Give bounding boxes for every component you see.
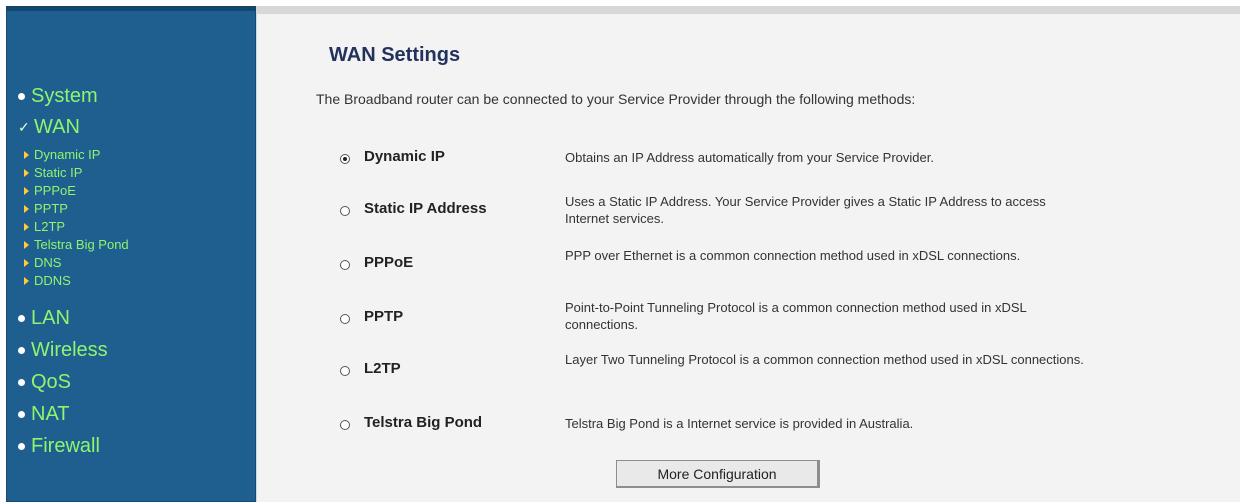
sidebar-subitem-telstra-big-pond[interactable]: Telstra Big Pond [24, 237, 129, 252]
sidebar-item-label: LAN [31, 307, 70, 329]
option-description-dynamic-ip: Obtains an IP Address automatically from… [565, 150, 934, 165]
round-bullet-icon [18, 410, 25, 418]
option-label-pppoe[interactable]: PPPoE [364, 254, 413, 271]
sidebar-item-wireless[interactable]: Wireless [18, 338, 108, 362]
sidebar-item-lan[interactable]: LAN [18, 306, 70, 330]
triangle-right-icon [24, 258, 29, 267]
page-title: WAN Settings [329, 44, 461, 66]
sidebar-subitem-dns[interactable]: DNS [24, 255, 61, 270]
sidebar-item-firewall[interactable]: Firewall [18, 434, 100, 458]
sidebar-subitem-static-ip[interactable]: Static IP [24, 165, 82, 180]
round-bullet-icon [18, 314, 25, 322]
round-bullet-icon [18, 442, 25, 450]
sidebar-subitem-ddns[interactable]: DDNS [24, 273, 71, 288]
sidebar-item-label: QoS [31, 371, 72, 393]
radio-dynamic-ip[interactable] [340, 154, 350, 164]
sidebar-subitem-label: DDNS [34, 273, 71, 288]
radio-pppoe[interactable] [340, 260, 350, 270]
round-bullet-icon [18, 92, 25, 100]
round-bullet-icon [18, 346, 25, 354]
sidebar-item-label: Firewall [31, 435, 100, 457]
triangle-right-icon [24, 150, 29, 159]
more-configuration-button[interactable]: More Configuration [616, 460, 820, 488]
option-description-pppoe: PPP over Ethernet is a common connection… [565, 248, 1021, 263]
sidebar-subitem-label: DNS [34, 255, 62, 270]
sidebar-subitem-label: Telstra Big Pond [34, 237, 129, 252]
sidebar-subitem-label: Static IP [34, 165, 83, 180]
sidebar-subitem-dynamic-ip[interactable]: Dynamic IP [24, 147, 100, 162]
sidebar-subitem-label: PPTP [34, 201, 68, 216]
radio-telstra-big-pond[interactable] [340, 420, 350, 430]
sidebar-item-label: System [31, 85, 98, 107]
sidebar-subitem-label: Dynamic IP [34, 147, 101, 162]
sidebar-top-rule [6, 6, 256, 11]
triangle-right-icon [24, 186, 29, 195]
content-top-rule [256, 6, 1240, 14]
radio-static-ip[interactable] [340, 206, 350, 216]
sidebar-item-wan[interactable]: ✓ WAN [18, 115, 80, 139]
sidebar-subitem-l2tp[interactable]: L2TP [24, 219, 65, 234]
triangle-right-icon [24, 204, 29, 213]
sidebar-subitem-label: PPPoE [34, 183, 76, 198]
round-bullet-icon [18, 378, 25, 386]
option-description-static-ip: Uses a Static IP Address. Your Service P… [565, 194, 1046, 226]
triangle-right-icon [24, 168, 29, 177]
triangle-right-icon [24, 276, 29, 285]
sidebar-item-system[interactable]: System [18, 84, 98, 108]
sidebar-item-label: NAT [31, 403, 70, 425]
option-description-telstra-big-pond: Telstra Big Pond is a Internet service i… [565, 416, 914, 431]
intro-text: The Broadband router can be connected to… [316, 91, 916, 107]
radio-pptp[interactable] [340, 314, 350, 324]
sidebar-nav: System ✓ WAN Dynamic IP Static IP PPPoE … [6, 6, 257, 502]
radio-l2tp[interactable] [340, 366, 350, 376]
checkmark-icon: ✓ [18, 119, 30, 135]
sidebar-subitem-label: L2TP [34, 219, 66, 234]
option-label-telstra-big-pond[interactable]: Telstra Big Pond [364, 414, 482, 431]
sidebar-subitem-pptp[interactable]: PPTP [24, 201, 68, 216]
triangle-right-icon [24, 240, 29, 249]
triangle-right-icon [24, 222, 29, 231]
option-label-static-ip[interactable]: Static IP Address [364, 200, 487, 217]
option-description-l2tp: Layer Two Tunneling Protocol is a common… [565, 352, 1084, 367]
option-description-pptp: Point-to-Point Tunneling Protocol is a c… [565, 300, 1027, 332]
sidebar-item-nat[interactable]: NAT [18, 402, 70, 426]
option-label-l2tp[interactable]: L2TP [364, 360, 401, 377]
option-label-dynamic-ip[interactable]: Dynamic IP [364, 148, 445, 165]
option-label-pptp[interactable]: PPTP [364, 308, 403, 325]
sidebar-item-label: WAN [34, 116, 80, 138]
sidebar-item-qos[interactable]: QoS [18, 370, 71, 394]
sidebar-item-label: Wireless [31, 339, 108, 361]
sidebar-subitem-pppoe[interactable]: PPPoE [24, 183, 76, 198]
